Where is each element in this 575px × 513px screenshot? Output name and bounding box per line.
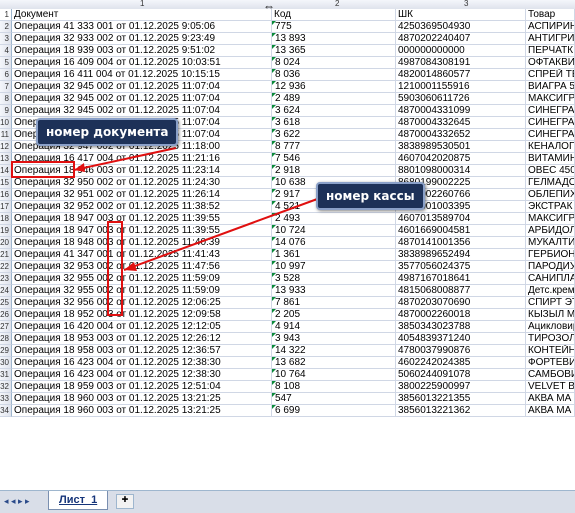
insert-sheet-icon[interactable]: ✚ — [116, 494, 134, 509]
register-number-arrowhead — [124, 262, 137, 271]
doc-number-arrow — [73, 147, 177, 171]
doc-number-callout: номер документа — [36, 118, 179, 146]
sheet-tab-bar: ◂ ◂ ▸ ▸ Лист_1 ✚ — [0, 490, 575, 513]
register-number-highlight-box — [107, 221, 123, 316]
doc-number-highlight-box — [11, 161, 75, 178]
sheet-tab[interactable]: Лист_1 — [48, 491, 109, 510]
sheet-nav-arrows-icon[interactable]: ◂ ◂ ▸ ▸ — [4, 496, 30, 507]
register-number-arrow — [123, 197, 321, 271]
annotation-overlay — [11, 147, 321, 316]
register-number-callout: номер кассы — [316, 182, 425, 210]
